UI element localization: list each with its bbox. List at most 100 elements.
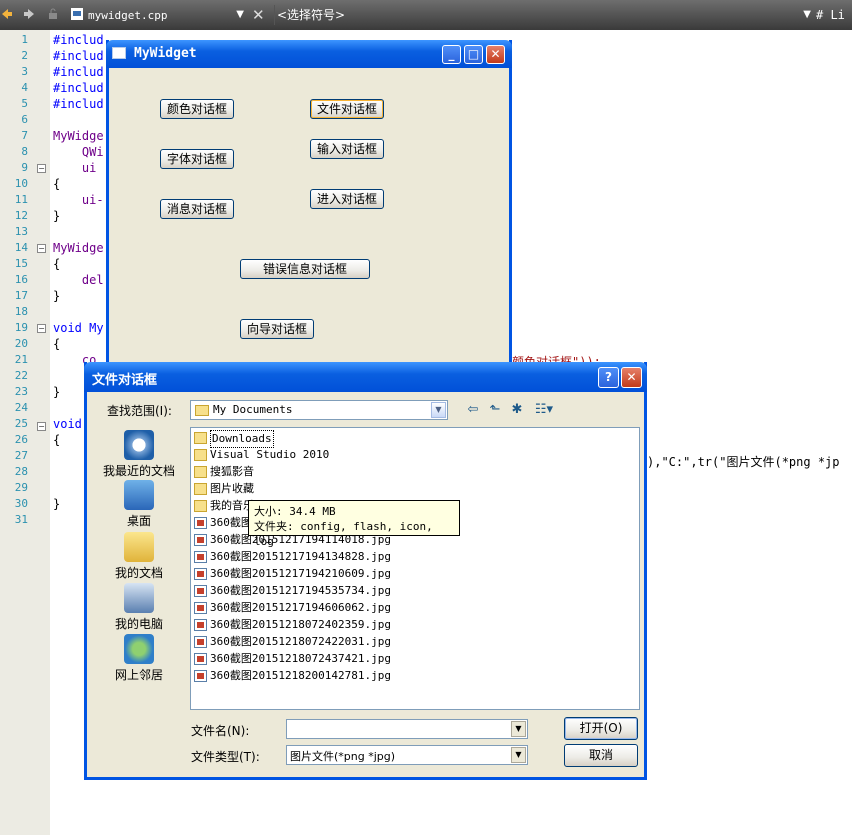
place-my-documents[interactable]: 我的文档 — [99, 532, 179, 581]
open-button[interactable]: 打开(O) — [564, 717, 638, 740]
place-label: 我的电脑 — [114, 617, 163, 631]
code-line: { — [53, 257, 61, 271]
folder-icon — [194, 432, 207, 444]
folder-icon — [194, 483, 207, 495]
line-number: 18 — [14, 305, 28, 318]
file-dialog-titlebar[interactable]: 文件对话框 ? ✕ — [84, 362, 647, 392]
message-dialog-button[interactable]: 消息对话框 — [160, 199, 234, 219]
code-line-27-tail-text: ),"C:",tr("图片文件(*png *jp — [647, 455, 840, 469]
chevron-down-icon: ▼ — [803, 9, 811, 20]
file-type-combo[interactable]: 图片文件(*png *jpg) ▼ — [286, 745, 528, 765]
back-arrow-icon[interactable]: ⇦ — [464, 401, 482, 419]
progress-dialog-button[interactable]: 进入对话框 — [310, 189, 384, 209]
wizard-dialog-button[interactable]: 向导对话框 — [240, 319, 314, 339]
line-number: 22 — [14, 369, 28, 382]
place-network[interactable]: 网上邻居 — [99, 634, 179, 683]
recent-documents-icon — [124, 430, 154, 460]
place-label: 网上邻居 — [114, 668, 163, 682]
fold-toggle-icon[interactable]: − — [37, 164, 46, 173]
list-item-name: 搜狐影音 — [210, 465, 254, 478]
image-file-icon — [194, 636, 207, 648]
view-menu-icon[interactable]: ☷▾ — [532, 401, 556, 419]
new-folder-icon[interactable]: ✱ — [508, 401, 526, 419]
lock-icon[interactable] — [46, 7, 60, 21]
list-item-name: 360截图20151217194210609.jpg — [210, 567, 391, 580]
folder-icon — [194, 500, 207, 512]
line-number-gutter: 1 2 3 4 5 6 7 8 9 10 11 12 13 14 15 16 17 18 19 20 21 22 23 24 2… — [0, 30, 50, 835]
navigate-forward-icon[interactable] — [22, 7, 36, 21]
image-file-icon — [194, 619, 207, 631]
up-folder-icon[interactable]: ⬑ — [486, 401, 504, 419]
desktop-icon — [124, 480, 154, 510]
font-dialog-button[interactable]: 字体对话框 — [160, 149, 234, 169]
code-line: { — [53, 337, 61, 351]
list-item-name: 图片收藏 — [210, 482, 254, 495]
code-line: ui — [53, 161, 97, 175]
error-message-dialog-button[interactable]: 错误信息对话框 — [240, 259, 370, 279]
list-item-name: 360截图20151218200142781.jpg — [210, 669, 391, 682]
fold-toggle-icon[interactable]: − — [37, 244, 46, 253]
fold-toggle-icon[interactable]: − — [37, 422, 46, 431]
file-type-label: 文件类型(T): — [191, 750, 260, 764]
code-line: ui- — [53, 193, 104, 207]
place-recent-documents[interactable]: 我最近的文档 — [99, 430, 179, 479]
line-number: 21 — [14, 353, 28, 366]
close-button[interactable]: ✕ — [486, 45, 505, 64]
place-desktop[interactable]: 桌面 — [99, 480, 179, 529]
list-item-name: 360截图20151217194134828.jpg — [210, 550, 391, 563]
extra-selector[interactable]: # Li — [816, 5, 852, 25]
line-number: 25 — [14, 417, 28, 430]
help-button[interactable]: ? — [598, 367, 619, 388]
mywidget-titlebar[interactable]: MyWidget _ □ ✕ — [106, 40, 512, 68]
list-item-name: 360截图20151217194606062.jpg — [210, 601, 391, 614]
chevron-down-icon[interactable]: ▼ — [511, 721, 526, 737]
fold-toggle-icon[interactable]: − — [37, 324, 46, 333]
my-documents-icon — [124, 532, 154, 562]
line-number: 9 — [21, 161, 28, 174]
line-number: 1 — [21, 33, 28, 46]
code-line: void — [53, 417, 82, 431]
code-line: void My — [53, 321, 104, 335]
my-computer-icon — [124, 583, 154, 613]
tooltip-size: 大小: 34.4 MB — [254, 505, 336, 518]
line-number: 2 — [21, 49, 28, 62]
chevron-down-icon[interactable]: ▼ — [431, 402, 446, 418]
mywidget-title: MyWidget — [134, 46, 197, 61]
list-item-name: 360截图20151217194535734.jpg — [210, 584, 391, 597]
code-line-27-tail: ),"C:",tr("图片文件(*png *jp — [647, 454, 840, 470]
look-in-value: My Documents — [213, 403, 293, 416]
line-number: 17 — [14, 289, 28, 302]
file-name-combo[interactable]: ▼ — [286, 719, 528, 739]
code-line: #includ — [53, 49, 104, 63]
cancel-button[interactable]: 取消 — [564, 744, 638, 767]
close-button[interactable]: ✕ — [621, 367, 642, 388]
window-app-icon — [112, 47, 126, 59]
code-line: { — [53, 433, 61, 447]
line-number: 19 — [14, 321, 28, 334]
maximize-button[interactable]: □ — [464, 45, 483, 64]
chevron-down-icon[interactable]: ▼ — [511, 747, 526, 763]
file-selector-combo[interactable]: mywidget.cpp ▼ — [88, 5, 248, 25]
image-file-icon — [194, 551, 207, 563]
navigate-back-icon[interactable] — [0, 7, 14, 21]
symbol-selector-combo[interactable]: <选择符号> ▼ — [274, 5, 815, 25]
network-places-icon — [124, 634, 154, 664]
list-item-name: 360截图20151218072422031.jpg — [210, 635, 391, 648]
color-dialog-button[interactable]: 颜色对话框 — [160, 99, 234, 119]
code-line: #includ — [53, 33, 104, 47]
close-icon[interactable]: ✕ — [252, 5, 268, 25]
place-label: 我的文档 — [114, 566, 163, 580]
input-dialog-button[interactable]: 输入对话框 — [310, 139, 384, 159]
line-number: 7 — [21, 129, 28, 142]
place-my-computer[interactable]: 我的电脑 — [99, 583, 179, 632]
look-in-combo[interactable]: My Documents ▼ — [190, 400, 448, 420]
minimize-button[interactable]: _ — [442, 45, 461, 64]
file-list[interactable]: Downloads Visual Studio 2010 搜狐影音 图片收藏 我的音乐 3… — [190, 427, 640, 710]
file-dialog-button[interactable]: 文件对话框 — [310, 99, 384, 119]
line-number: 29 — [14, 481, 28, 494]
folder-icon — [194, 466, 207, 478]
list-item-name: 360截图20151218072402359.jpg — [210, 618, 391, 631]
code-line: MyWidge — [53, 129, 104, 143]
image-file-icon — [194, 534, 207, 546]
image-file-icon — [194, 602, 207, 614]
